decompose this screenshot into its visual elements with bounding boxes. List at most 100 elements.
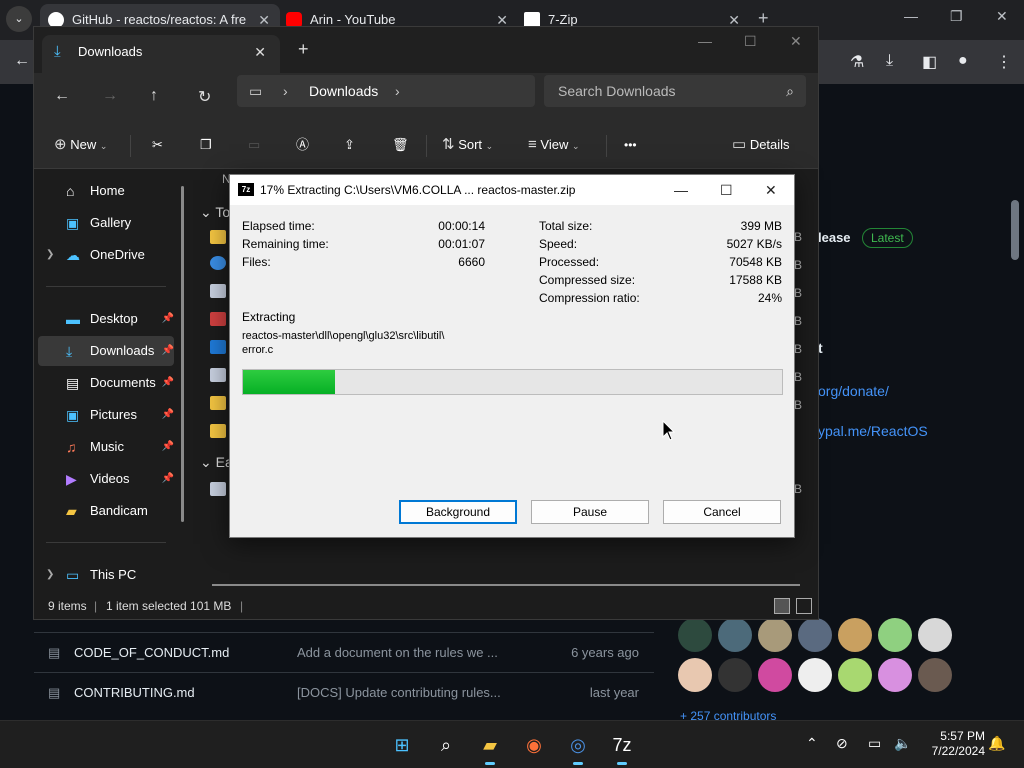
up-icon[interactable]: ↑ [150,87,158,105]
avatar[interactable] [758,658,792,692]
avatar[interactable] [918,618,952,652]
file-name[interactable]: CODE_OF_CONDUCT.md [74,633,229,673]
search-icon[interactable]: ⌕ [430,729,462,761]
background-button[interactable]: Background [399,500,517,524]
file-icon[interactable] [210,312,226,326]
avatar[interactable] [838,618,872,652]
folder-icon[interactable] [210,424,226,438]
chevron-right-icon[interactable]: › [395,75,400,107]
chevron-right-icon[interactable]: ❯ [46,560,54,590]
search-input[interactable]: Search Downloads ⌕ [544,75,806,107]
commit-message[interactable]: [DOCS] Update contributing rules... [297,673,501,713]
details-view-icon[interactable] [774,598,790,614]
sidebar-item-bandicam[interactable]: ▰ Bandicam [38,496,174,526]
file-icon[interactable] [210,482,226,496]
sidebar-item-onedrive[interactable]: ❯ ☁ OneDrive [38,240,174,270]
donate-link[interactable]: org/donate/ [818,383,889,399]
avatar[interactable] [878,618,912,652]
page-scrollbar[interactable] [1011,200,1019,260]
sidebar-item-downloads[interactable]: ⤓ Downloads 📌 [38,336,174,366]
file-icon[interactable] [210,340,226,354]
cut-icon[interactable]: ✂ [152,123,163,169]
breadcrumb[interactable]: Downloads [309,75,378,107]
file-icon[interactable] [210,284,226,298]
sidebar-item-this-pc[interactable]: ❯ ▭ This PC [38,560,174,590]
sidepanel-icon[interactable]: ◧ [922,52,937,72]
explorer-tab-downloads[interactable]: ⤓ Downloads ✕ [42,35,280,73]
pin-icon[interactable]: 📌 [162,464,174,494]
avatar[interactable] [718,618,752,652]
avatar[interactable] [798,658,832,692]
avatar[interactable] [878,658,912,692]
cancel-button[interactable]: Cancel [663,500,781,524]
maximize-icon[interactable]: ❐ [950,8,963,25]
new-button[interactable]: ⊕ New ⌄ [54,123,107,169]
commit-message[interactable]: Add a document on the rules we ... [297,633,498,673]
chrome-icon[interactable]: ◎ [562,729,594,765]
table-row[interactable]: ▤ CODE_OF_CONDUCT.md Add a document on t… [34,632,654,672]
maximize-icon[interactable]: ☐ [744,33,757,50]
download-icon[interactable]: ⤓ [886,52,893,70]
group-earlier[interactable]: ⌄ Ea [200,454,233,471]
minimize-icon[interactable]: — [674,175,688,205]
profile-icon[interactable]: ● [958,52,968,70]
horizontal-scrollbar[interactable] [212,584,800,586]
tiles-view-icon[interactable] [796,598,812,614]
view-button[interactable]: ≡ View ⌄ [528,123,580,169]
start-icon[interactable]: ⊞ [386,729,418,761]
zip-folder-icon[interactable] [210,230,226,244]
chevron-right-icon[interactable]: › [283,75,288,107]
paste-icon[interactable]: ▭ [248,123,260,169]
pin-icon[interactable]: 📌 [162,432,174,462]
sidebar-item-documents[interactable]: ▤ Documents 📌 [38,368,174,398]
pin-icon[interactable]: 📌 [162,304,174,334]
maximize-icon[interactable]: ☐ [720,175,733,205]
copy-icon[interactable]: ❐ [200,123,212,169]
group-today[interactable]: ⌄ To [200,204,230,221]
refresh-icon[interactable]: ↻ [198,87,211,107]
pin-icon[interactable]: 📌 [162,400,174,430]
chevron-up-icon[interactable]: ⌃ [806,735,818,752]
close-tab-icon[interactable]: ✕ [254,35,266,69]
file-explorer-icon[interactable]: ▰ [474,729,506,765]
file-icon[interactable] [210,368,226,382]
delete-icon[interactable]: 🗑 [392,123,409,169]
tab-search-dropdown[interactable]: ⌄ [6,6,32,32]
sidebar-item-desktop[interactable]: ▬ Desktop 📌 [38,304,174,334]
avatar[interactable] [918,658,952,692]
system-clock[interactable]: 5:57 PM 7/22/2024 [915,729,985,759]
sidebar-item-pictures[interactable]: ▣ Pictures 📌 [38,400,174,430]
sidebar-item-home[interactable]: ⌂ Home [38,176,174,206]
back-icon[interactable]: ← [54,87,70,105]
pin-icon[interactable]: 📌 [162,368,174,398]
sidebar-item-gallery[interactable]: ▣ Gallery [38,208,174,238]
firefox-icon[interactable]: ◉ [518,729,550,761]
pause-button[interactable]: Pause [531,500,649,524]
notifications-icon[interactable]: 🔔 [988,735,1005,752]
details-button[interactable]: ▭ Details [732,123,790,169]
file-icon[interactable] [210,256,226,270]
extensions-icon[interactable]: ⚗ [850,52,864,72]
close-window-icon[interactable]: ✕ [790,33,802,50]
file-name[interactable]: CONTRIBUTING.md [74,673,195,713]
menu-icon[interactable]: ⋮ [996,52,1012,72]
chevron-right-icon[interactable]: ❯ [46,240,54,270]
forward-icon[interactable]: → [102,87,118,105]
sidebar-item-music[interactable]: ♫ Music 📌 [38,432,174,462]
more-options-button[interactable]: ••• [624,123,637,169]
share-icon[interactable]: ⇪ [344,123,355,169]
pin-icon[interactable]: 📌 [162,336,174,366]
nav-scrollbar[interactable] [181,186,184,522]
avatar[interactable] [758,618,792,652]
avatar[interactable] [798,618,832,652]
volume-icon[interactable]: 🔈 [894,735,911,752]
close-window-icon[interactable]: ✕ [765,175,777,205]
close-window-icon[interactable]: ✕ [996,8,1008,25]
7zip-taskbar-icon[interactable]: 7z [606,729,638,765]
avatar[interactable] [718,658,752,692]
minimize-icon[interactable]: — [698,33,712,49]
address-bar[interactable]: ▭ › Downloads › [237,75,535,107]
avatar[interactable] [838,658,872,692]
sort-button[interactable]: ⇅ Sort ⌄ [442,123,493,169]
table-row[interactable]: ▤ CONTRIBUTING.md [DOCS] Update contribu… [34,672,654,712]
